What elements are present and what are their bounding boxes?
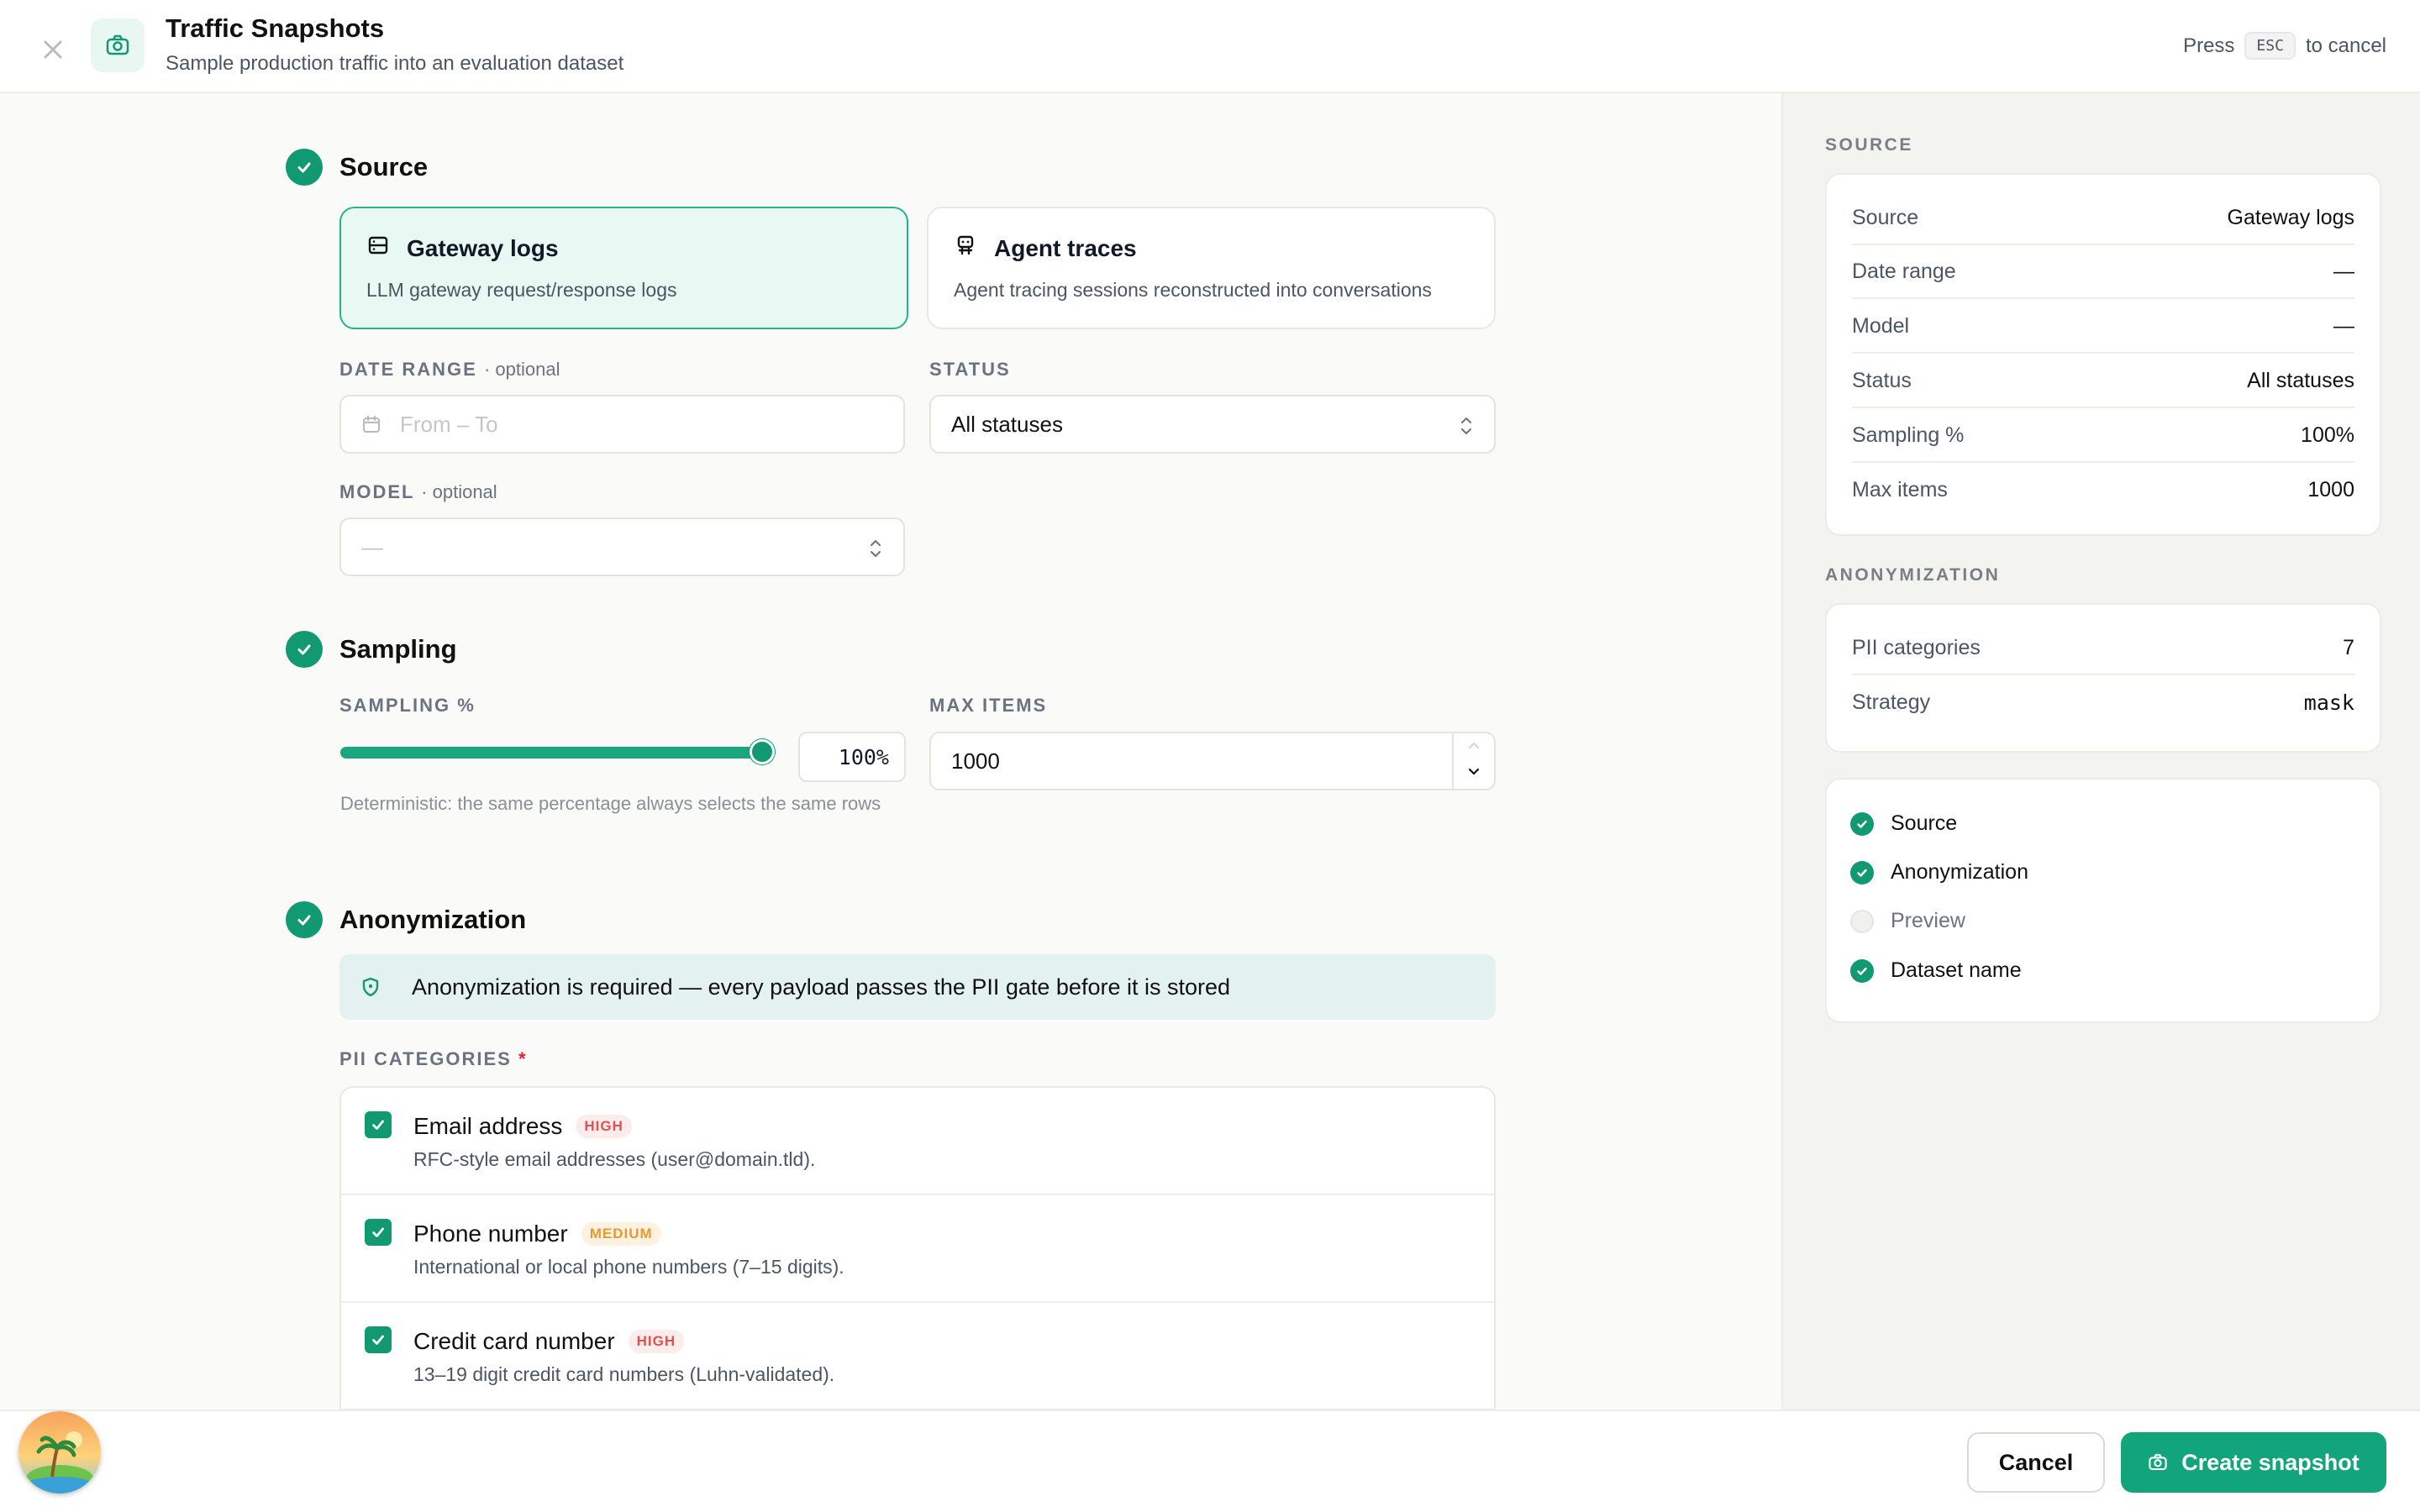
sampling-slider-track[interactable] [340, 747, 765, 759]
model-value: — [361, 533, 383, 559]
source-option-desc: LLM gateway request/response logs [366, 279, 677, 301]
check-icon [286, 149, 323, 186]
check-icon [286, 901, 323, 938]
progress-checklist: Source Anonymization Preview Dataset nam… [1825, 778, 2381, 1023]
source-heading: Source [339, 152, 429, 181]
source-option-title: Agent traces [994, 234, 1137, 261]
summary-row: Sampling % 100% [1852, 409, 2354, 463]
severity-badge: MEDIUM [581, 1222, 661, 1246]
server-icon [366, 234, 390, 263]
pii-category-list: Email address HIGH RFC-style email addres… [339, 1086, 1496, 1410]
max-items-input[interactable]: 1000 [929, 732, 1496, 790]
main-form: Source Gateway logs LLM gateway request/… [0, 93, 1781, 1410]
check-icon [1850, 811, 1874, 836]
camera-icon [2148, 1452, 2168, 1473]
severity-badge: HIGH [576, 1115, 632, 1138]
calendar-icon [361, 414, 381, 434]
max-items-label: MAX ITEMS [929, 695, 1048, 716]
list-item[interactable]: Phone number MEDIUM International or loca… [341, 1195, 1494, 1303]
max-items-value: 1000 [951, 748, 1000, 774]
sampling-help-text: Deterministic: the same percentage alway… [340, 793, 881, 814]
sampling-section-header: Sampling [286, 631, 457, 668]
status-label: STATUS [929, 359, 1011, 380]
pii-categories-label: PII CATEGORIES * [339, 1048, 528, 1069]
status-value: All statuses [951, 411, 1063, 437]
create-snapshot-label: Create snapshot [2181, 1449, 2360, 1475]
list-item[interactable]: Email address HIGH RFC-style email addres… [341, 1088, 1494, 1195]
summary-anonymization-label: ANONYMIZATION [1825, 565, 2001, 585]
check-icon [1850, 860, 1874, 885]
anonymization-banner-text: Anonymization is required — every payloa… [412, 974, 1231, 1000]
camera-icon [91, 18, 145, 72]
model-select[interactable]: — [339, 517, 905, 576]
pii-category-name: Credit card number [413, 1328, 615, 1354]
summary-row: Source Gateway logs [1852, 192, 2354, 245]
date-range-label: DATE RANGE · optional [339, 359, 560, 380]
date-range-input[interactable]: From – To [339, 395, 905, 454]
checkbox[interactable] [365, 1111, 392, 1138]
summary-row: Date range — [1852, 245, 2354, 299]
summary-anonymization-card: PII categories 7 Strategy mask [1825, 603, 2381, 753]
close-icon[interactable] [39, 35, 67, 64]
avatar[interactable] [18, 1411, 101, 1494]
esc-hint: Press ESC to cancel [2183, 32, 2386, 60]
pii-category-desc: 13–19 digit credit card numbers (Luhn-va… [413, 1363, 835, 1385]
pii-category-name: Phone number [413, 1221, 568, 1247]
checklist-item-anonymization: Anonymization [1850, 860, 2028, 885]
list-item[interactable]: Credit card number HIGH 13–19 digit credi… [341, 1303, 1494, 1410]
empty-circle-icon [1850, 909, 1874, 933]
severity-badge: HIGH [628, 1330, 685, 1353]
sampling-slider-handle[interactable] [750, 739, 775, 764]
check-icon [286, 631, 323, 668]
summary-sidebar: SOURCE Source Gateway logs Date range — Mo… [1781, 93, 2420, 1410]
summary-row: Model — [1852, 300, 2354, 354]
source-section-header: Source [286, 149, 428, 186]
esc-key: ESC [2244, 32, 2296, 60]
esc-hint-prefix: Press [2183, 34, 2235, 57]
date-range-placeholder: From – To [400, 411, 498, 437]
source-option-title: Gateway logs [407, 234, 559, 261]
source-option-agent-traces[interactable]: Agent traces Agent tracing sessions reco… [927, 207, 1496, 329]
sampling-heading: Sampling [339, 634, 457, 664]
robot-icon [954, 234, 977, 263]
sampling-percent-input[interactable]: 100% [798, 732, 906, 782]
pii-category-desc: International or local phone numbers (7–… [413, 1256, 844, 1278]
summary-source-card: Source Gateway logs Date range — Model — St… [1825, 173, 2381, 536]
summary-row: Strategy mask [1852, 690, 2354, 715]
summary-row: Status All statuses [1852, 354, 2354, 408]
checkbox[interactable] [365, 1326, 392, 1353]
source-option-gateway-logs[interactable]: Gateway logs LLM gateway request/respons… [339, 207, 908, 329]
checklist-item-dataset-name: Dataset name [1850, 958, 2022, 983]
pii-category-desc: RFC-style email addresses (user@domain.t… [413, 1148, 816, 1170]
checklist-item-source: Source [1850, 811, 1957, 836]
summary-row: PII categories 7 [1852, 622, 2354, 675]
chevron-down-icon[interactable] [1467, 767, 1481, 777]
header-bar: Traffic Snapshots Sample production traf… [0, 0, 2420, 93]
esc-hint-suffix: to cancel [2305, 34, 2386, 57]
chevron-up-down-icon [871, 540, 881, 557]
anonymization-section-header: Anonymization [286, 901, 526, 938]
shield-icon [360, 976, 381, 998]
check-icon [1850, 958, 1874, 983]
create-snapshot-button[interactable]: Create snapshot [2121, 1432, 2386, 1493]
source-option-desc: Agent tracing sessions reconstructed int… [954, 279, 1432, 301]
page-title: Traffic Snapshots [166, 13, 385, 43]
cancel-button[interactable]: Cancel [1967, 1432, 2105, 1493]
anonymization-required-banner: Anonymization is required — every payloa… [339, 954, 1496, 1020]
summary-row: Max items 1000 [1852, 477, 2354, 501]
model-label: MODEL · optional [339, 481, 497, 502]
summary-source-label: SOURCE [1825, 135, 1913, 155]
anonymization-heading: Anonymization [339, 905, 527, 934]
checkbox[interactable] [365, 1219, 392, 1246]
status-select[interactable]: All statuses [929, 395, 1496, 454]
sampling-percent-label: SAMPLING % [339, 695, 476, 716]
number-stepper[interactable] [1452, 733, 1494, 789]
chevron-up-down-icon [1461, 417, 1471, 434]
checklist-item-preview: Preview [1850, 909, 1965, 933]
pii-category-name: Email address [413, 1113, 563, 1139]
page-subtitle: Sample production traffic into an evalua… [166, 52, 624, 75]
chevron-up-icon[interactable] [1467, 740, 1481, 750]
